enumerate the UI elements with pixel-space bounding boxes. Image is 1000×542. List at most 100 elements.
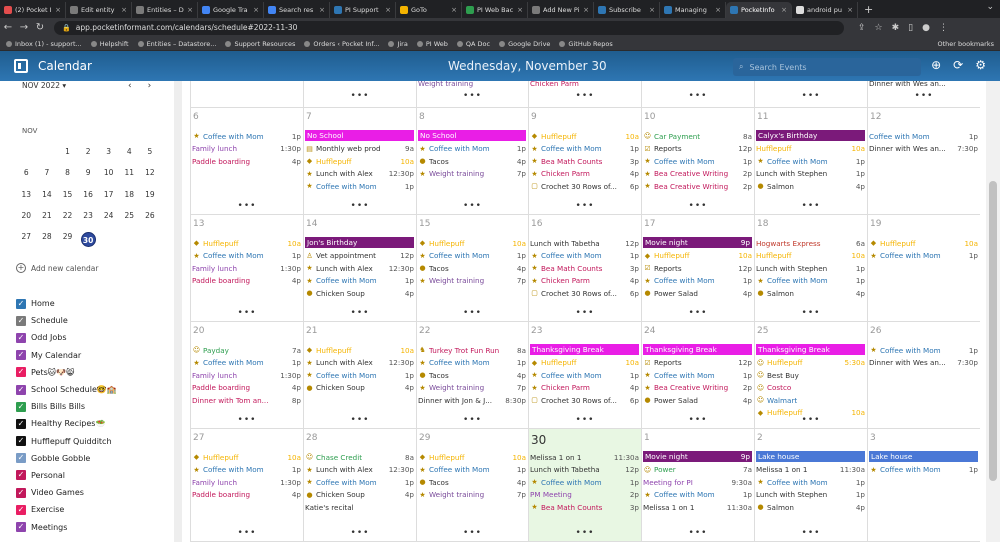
event-item[interactable]: Dinner with Wes an... (869, 81, 978, 89)
more-events-icon[interactable]: ••• (417, 415, 528, 425)
event-item[interactable]: Katie's recital (305, 501, 414, 513)
minical-day[interactable]: 24 (98, 211, 119, 220)
all-day-event-bar[interactable]: Calyx's Birthday (756, 130, 865, 141)
event-item[interactable]: ☺ Costco (756, 382, 865, 394)
day-cell[interactable]: 1 Movie night 9p ☺ Power 7a Meeting for PI 9:30… (641, 429, 754, 542)
event-item[interactable]: ★ Chicken Parm 4p (530, 275, 639, 287)
minical-day[interactable]: 4 (119, 147, 140, 156)
event-item[interactable]: ★ Lunch with Alex 12:30p (305, 168, 414, 180)
event-item[interactable]: Chicken Parm (530, 81, 639, 89)
tab-close-icon[interactable]: × (121, 6, 127, 14)
more-events-icon[interactable]: ••• (417, 528, 528, 538)
calendar-item[interactable]: ✓ Healthy Recipes🥗 (16, 415, 117, 432)
day-cell[interactable]: 13 ◆ Hufflepuff 10a ★ Coffee with Mom 1p Family… (190, 215, 303, 322)
more-events-icon[interactable]: ••• (529, 308, 641, 318)
minical-day[interactable]: 12 (140, 168, 161, 177)
all-day-event-bar[interactable]: Thanksgiving Break (643, 344, 752, 355)
all-day-event-bar[interactable]: Thanksgiving Break (530, 344, 639, 355)
event-item[interactable]: ★ Coffee with Mom 1p (305, 369, 414, 381)
calendar-item[interactable]: ✓ My Calendar (16, 347, 117, 364)
sync-icon[interactable]: ⟳ (953, 58, 963, 72)
checkbox-checked-icon[interactable]: ✓ (16, 418, 26, 429)
checkbox-checked-icon[interactable]: ✓ (16, 367, 26, 378)
event-item[interactable]: Lunch with Tabetha 12p (530, 464, 639, 476)
day-cell[interactable]: ••• (754, 81, 867, 108)
event-item[interactable]: ☑ Reports 12p (643, 262, 752, 274)
more-events-icon[interactable]: ••• (642, 415, 754, 425)
minical-day[interactable]: 1 (57, 147, 78, 156)
checkbox-checked-icon[interactable]: ✓ (16, 487, 26, 498)
minical-day[interactable]: 14 (37, 190, 58, 199)
event-item[interactable]: ♙ Vet appointment 12p (305, 250, 414, 262)
minical-day[interactable]: 26 (140, 211, 161, 220)
event-item[interactable]: ★ Bea Creative Writing 2p (643, 168, 752, 180)
event-item[interactable]: ★ Bea Math Counts 3p (530, 501, 639, 513)
back-icon[interactable]: ← (0, 22, 16, 33)
day-cell[interactable]: 3 Lake house ★ Coffee with Mom 1p (867, 429, 980, 542)
event-item[interactable]: Paddle boarding 4p (192, 489, 301, 501)
day-cell[interactable]: 16 Lunch with Tabetha 12p ★ Coffee with Mom 1… (528, 215, 641, 322)
share-icon[interactable]: ⇪ (858, 23, 866, 33)
browser-tab[interactable]: Managing × (660, 2, 726, 18)
tab-close-icon[interactable]: × (781, 6, 787, 14)
minical-day[interactable]: 10 (98, 168, 119, 177)
event-item[interactable]: ★ Lunch with Alex 12:30p (305, 464, 414, 476)
day-cell[interactable]: 7 No School ▤ Monthly web prod 9a ◆ Hufflepuff… (303, 108, 416, 215)
event-item[interactable]: ● Tacos 4p (418, 476, 526, 488)
prev-month-icon[interactable]: ‹ (128, 81, 132, 91)
event-item[interactable]: ★ Coffee with Mom 1p (643, 369, 752, 381)
event-item[interactable]: Paddle boarding 4p (192, 382, 301, 394)
browser-tab[interactable]: PI Support × (330, 2, 396, 18)
event-item[interactable]: ● Chicken Soup 4p (305, 382, 414, 394)
tab-close-icon[interactable]: × (517, 6, 523, 14)
event-item[interactable]: Lunch with Tabetha 12p (530, 237, 639, 249)
event-item[interactable]: ● Tacos 4p (418, 262, 526, 274)
event-item[interactable]: ★ Coffee with Mom 1p (418, 250, 526, 262)
more-events-icon[interactable]: ••• (529, 91, 641, 101)
minical-today[interactable]: 30 (80, 232, 96, 248)
all-day-event-bar[interactable]: No School (418, 130, 526, 141)
event-item[interactable]: Hufflepuff 10a (756, 250, 865, 262)
event-item[interactable]: ● Tacos 4p (418, 155, 526, 167)
checkbox-checked-icon[interactable]: ✓ (16, 436, 26, 447)
day-cell[interactable]: Dinner with Wes an... ••• (867, 81, 980, 108)
checkbox-checked-icon[interactable]: ✓ (16, 384, 26, 395)
event-item[interactable]: ● Salmon 4p (756, 501, 865, 513)
event-item[interactable]: Family lunch 1:30p (192, 369, 301, 381)
event-item[interactable]: ☺ Best Buy (756, 369, 865, 381)
day-cell[interactable] (190, 81, 303, 108)
day-cell[interactable]: 20 ☺ Payday 7a ★ Coffee with Mom 1p Family lunc… (190, 322, 303, 429)
checkbox-checked-icon[interactable]: ✓ (16, 315, 26, 326)
event-item[interactable]: ★ Coffee with Mom 1p (756, 155, 865, 167)
more-events-icon[interactable]: ••• (191, 528, 303, 538)
event-item[interactable]: ★ Coffee with Mom 1p (305, 476, 414, 488)
minical-day[interactable]: 5 (140, 147, 161, 156)
more-events-icon[interactable]: ••• (755, 415, 867, 425)
event-item[interactable]: Melissa 1 on 1 11:30a (643, 501, 752, 513)
minical-day[interactable]: 3 (98, 147, 119, 156)
event-item[interactable]: ★ Bea Creative Writing 2p (643, 382, 752, 394)
tab-close-icon[interactable]: × (847, 6, 853, 14)
event-item[interactable]: ★ Bea Math Counts 3p (530, 155, 639, 167)
tab-close-icon[interactable]: × (253, 6, 259, 14)
browser-tab[interactable]: Subscribe × (594, 2, 660, 18)
day-cell[interactable]: 17 Movie night 9p ◆ Hufflepuff 10a ☑ Reports 12p… (641, 215, 754, 322)
browser-tab[interactable]: GoTo × (396, 2, 462, 18)
new-tab-button[interactable]: + (864, 2, 873, 18)
event-item[interactable]: Hogwarts Express 6a (756, 237, 865, 249)
event-item[interactable]: ★ Coffee with Mom 1p (192, 357, 301, 369)
search-events-field[interactable]: ⌕ Search Events (733, 58, 921, 76)
event-item[interactable]: ◆ Hufflepuff 10a (305, 344, 414, 356)
tab-close-icon[interactable]: × (187, 6, 193, 14)
tab-close-icon[interactable]: × (583, 6, 589, 14)
event-item[interactable]: ◆ Hufflepuff 10a (192, 237, 301, 249)
star-icon[interactable]: ☆ (875, 23, 883, 33)
event-item[interactable]: ★ Coffee with Mom 1p (530, 369, 639, 381)
day-cell[interactable]: 14 Jon's Birthday ♙ Vet appointment 12p ★ Lunc… (303, 215, 416, 322)
all-day-event-bar[interactable]: Thanksgiving Break (756, 344, 865, 355)
bookmark-item[interactable]: Jira (388, 40, 408, 48)
event-item[interactable]: ● Power Salad 4p (643, 287, 752, 299)
event-item[interactable]: ★ Lunch with Alex 12:30p (305, 262, 414, 274)
event-item[interactable]: Family lunch 1:30p (192, 476, 301, 488)
day-cell[interactable]: 22 ♞ Turkey Trot Fun Run 8a ★ Coffee with Mom… (416, 322, 528, 429)
